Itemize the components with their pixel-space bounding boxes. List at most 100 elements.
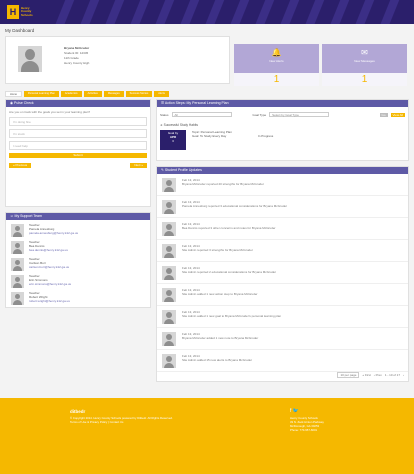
update-item: Feb 13, 2014 Pamela Annesburg reported 3 …	[157, 196, 408, 218]
profile-card: Bryana McGruder Student ID: 12345 11th G…	[5, 36, 230, 84]
action-steps-title: ☰ Action Steps: My Personal Learning Pla…	[157, 100, 408, 107]
update-item: Feb 13, 2014 Bea Dennis reported 3 other …	[157, 218, 408, 240]
tab-academics[interactable]: Academics	[60, 91, 82, 97]
status-select[interactable]: All	[171, 112, 232, 117]
email-link[interactable]: erin.simmons@henry.k12.ga.us	[29, 282, 71, 287]
new-messages-card[interactable]: ✉ New Messages 1	[322, 44, 407, 86]
header-stripe	[203, 0, 226, 24]
avatar	[18, 46, 42, 72]
first-page-link[interactable]: « First	[362, 373, 370, 377]
update-item: Feb 13, 2014 Site Admin added 1 new goal …	[157, 306, 408, 328]
footer-right: f 🐦 Henry County Schools 33 N. Zack Hint…	[290, 409, 324, 433]
header-stripe	[328, 0, 351, 24]
tab-alerts[interactable]: Alerts	[154, 91, 169, 97]
tab-success-stories[interactable]: Success Stories	[125, 91, 153, 97]
pulse-pager: « Previous Next »	[9, 163, 147, 168]
pulse-option[interactable]: I'm stuck	[9, 129, 147, 138]
tab-home[interactable]: Home	[5, 91, 22, 97]
site-header: H Henry County Schools	[0, 0, 414, 24]
new-alerts-card[interactable]: 🔔 New Alerts 1	[234, 44, 319, 86]
action-filters: Status All Goal Type Select by Goal Type…	[157, 107, 408, 117]
email-link[interactable]: pamela.annesburg@henry.k12.ga.us	[29, 231, 78, 236]
header-stripe	[128, 0, 151, 24]
social-icons[interactable]: f 🐦	[290, 409, 324, 414]
support-team-panel: ☺ My Support Team Teacher Pamela Annesbur…	[5, 212, 151, 308]
new-messages-count: 1	[322, 73, 407, 86]
pulse-check-panel: ◉ Pulse Check Are you on track with the …	[5, 99, 151, 207]
tab-personal-learning-plan[interactable]: Personal Learning Plan	[23, 91, 59, 97]
header-stripe	[378, 0, 401, 24]
page-title: My Dashboard	[5, 28, 35, 33]
updates-pager: 10 per page « First ‹ Prev 1 - 10 of 17 …	[337, 372, 404, 378]
email-link[interactable]: robert.wright@henry.k12.ga.us	[29, 299, 70, 304]
support-member: Teacher Erin Simmons erin.simmons@henry.k1…	[6, 271, 150, 288]
update-item: Feb 13, 2014 Bryana McGruder reported 20 …	[157, 174, 408, 196]
avatar	[11, 292, 24, 305]
main-tabs: Home Personal Learning Plan Academics Ac…	[5, 91, 169, 97]
avatar	[11, 258, 24, 271]
update-item: Feb 13, 2014 Site Admin reported 2 educat…	[157, 262, 408, 284]
avatar	[162, 200, 176, 214]
support-member: Teacher Robert Wright robert.wright@henry.…	[6, 288, 150, 305]
avatar	[162, 288, 176, 302]
support-member: Teacher Carlson Burr carlson.burr@henry.k1…	[6, 254, 150, 271]
bell-icon: 🔔	[271, 48, 282, 57]
envelope-icon: ✉	[361, 48, 368, 57]
student-school: Henry County High	[64, 61, 90, 65]
header-stripe	[303, 0, 326, 24]
avatar	[162, 244, 176, 258]
goal-row[interactable]: Goal by APR 3 Topic: Personal Learning P…	[157, 127, 408, 150]
header-stripe	[353, 0, 376, 24]
logo[interactable]: H Henry County Schools	[7, 4, 33, 20]
update-item: Feb 13, 2014 Site Admin added 15 new aler…	[157, 350, 408, 372]
goal-date-badge: Goal by APR 3	[160, 130, 186, 150]
logo-text: Henry County Schools	[21, 5, 33, 17]
view-all-button[interactable]: View All	[390, 112, 405, 117]
email-link[interactable]: bea.dennis@henry.k12.ga.us	[29, 248, 68, 253]
go-button[interactable]: Go	[379, 112, 388, 117]
email-link[interactable]: carlson.burr@henry.k12.ga.us	[29, 265, 69, 270]
next-page-link[interactable]: ›	[403, 373, 404, 377]
header-stripe	[178, 0, 201, 24]
update-item: Feb 13, 2014 Site Admin reported 3 streng…	[157, 240, 408, 262]
support-team-title: ☺ My Support Team	[6, 213, 150, 220]
update-item: Feb 13, 2014 Bryana McGruder added 1 new …	[157, 328, 408, 350]
avatar	[162, 310, 176, 324]
logo-mark: H	[7, 5, 19, 19]
header-stripe	[78, 0, 101, 24]
avatar	[162, 266, 176, 280]
new-messages-label: New Messages	[354, 59, 375, 63]
pulse-question: Are you on track with the goals you set …	[9, 110, 91, 114]
status-label: Status	[160, 112, 169, 117]
footer-brand: ditbedr	[70, 409, 86, 414]
header-stripe	[278, 0, 301, 24]
profile-info: Bryana McGruder Student ID: 12345 11th G…	[64, 46, 89, 66]
goal-type-select[interactable]: Select by Goal Type	[269, 112, 330, 117]
submit-button[interactable]: Submit	[9, 153, 147, 158]
footer-phone: Phone: 770-957-6601	[290, 428, 318, 432]
avatar	[11, 224, 24, 237]
goal-details: Topic: Personal Learning Plan Goal: To S…	[192, 130, 232, 138]
avatar	[162, 332, 176, 346]
tab-messages[interactable]: Messages	[103, 91, 124, 97]
site-footer: ditbedr © Copyright 2014. Henry County S…	[0, 398, 414, 474]
pulse-option[interactable]: I'm doing fine	[9, 117, 147, 126]
avatar	[11, 241, 24, 254]
next-button[interactable]: Next »	[130, 163, 147, 168]
goal-status: In Progress	[257, 134, 274, 138]
avatar	[162, 222, 176, 236]
avatar	[162, 354, 176, 368]
footer-links[interactable]: Terms of Use & Privacy Policy | Contact …	[70, 420, 173, 424]
header-stripe	[53, 0, 76, 24]
previous-button[interactable]: « Previous	[9, 163, 32, 168]
tab-activities[interactable]: Activities	[83, 91, 102, 97]
updates-title: ✎ Student Profile Updates	[157, 167, 408, 174]
support-member: Teacher Bea Dennis bea.dennis@henry.k12.ga…	[6, 237, 150, 254]
per-page-select[interactable]: 10 per page	[337, 372, 360, 378]
prev-page-link[interactable]: ‹ Prev	[374, 373, 382, 377]
goal-type-label: Goal Type	[252, 112, 267, 117]
pulse-check-title: ◉ Pulse Check	[6, 100, 150, 107]
pulse-option[interactable]: I need help	[9, 141, 147, 150]
goal-section-title: ➜ Successful Study Habits	[160, 123, 198, 127]
header-stripe	[153, 0, 176, 24]
